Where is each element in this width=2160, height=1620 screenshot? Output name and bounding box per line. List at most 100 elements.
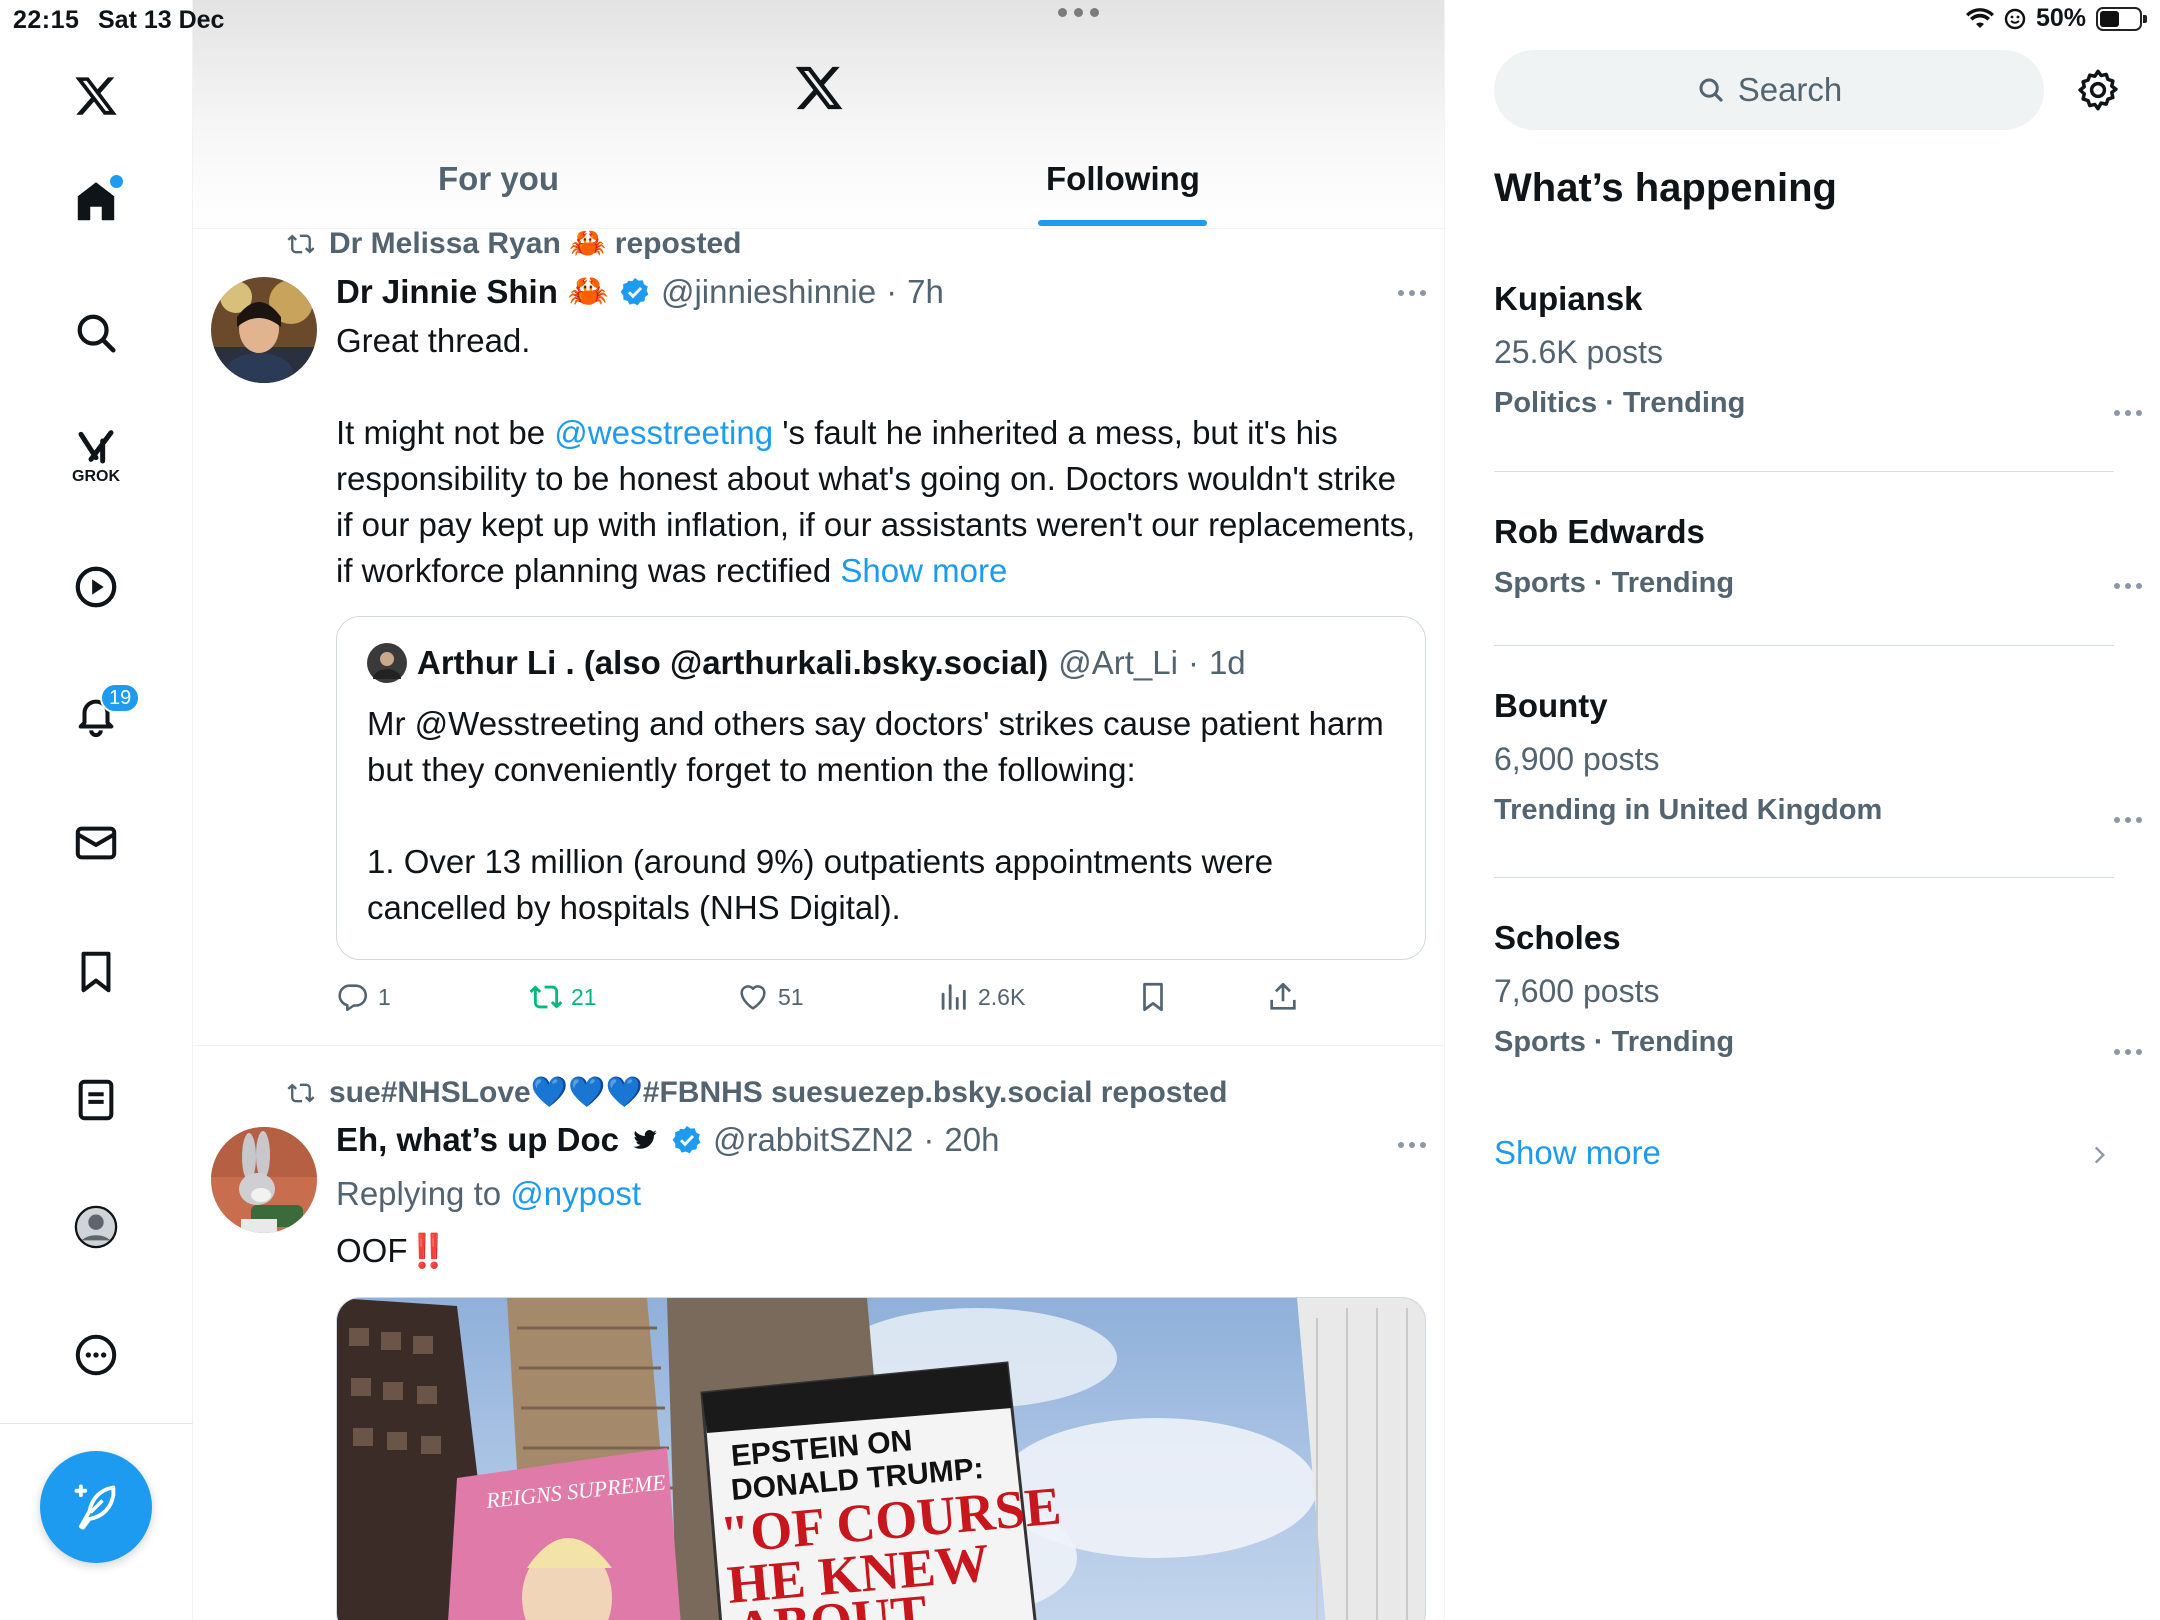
replying-to-link[interactable]: @nypost xyxy=(510,1175,641,1212)
trend-more-icon[interactable] xyxy=(2114,410,2142,416)
trend-more-icon[interactable] xyxy=(2114,817,2142,823)
tweet-text: Great thread. It might not be @wesstreet… xyxy=(336,318,1416,594)
quote-paragraph: Mr @Wesstreeting and others say doctors'… xyxy=(367,705,1384,788)
messages-icon[interactable] xyxy=(60,807,132,879)
like-button[interactable]: 51 xyxy=(736,980,804,1014)
author-line: Eh, what’s up Doc @rabbitSZN2 · 20h xyxy=(336,1121,999,1159)
bookmark-button[interactable] xyxy=(1136,980,1170,1014)
trend-category: Sports · Trending xyxy=(1494,1026,1735,1058)
more-icon[interactable] xyxy=(60,1319,132,1391)
trend-item[interactable]: Bounty 6,900 posts Trending in United Ki… xyxy=(1494,687,2142,827)
show-more-trends-link[interactable]: Show more xyxy=(1494,1134,1661,1172)
trend-more-icon[interactable] xyxy=(2114,1049,2142,1055)
trend-item[interactable]: Kupiansk 25.6K posts Politics · Trending xyxy=(1494,280,2142,420)
notifications-icon[interactable]: 19 xyxy=(60,679,141,751)
repost-by-label: Dr Melissa Ryan 🦀 reposted xyxy=(329,227,742,260)
tweet-time[interactable]: 7h xyxy=(907,273,944,311)
right-sidebar: Search What’s happening Kupiansk 25.6K p… xyxy=(1446,0,2160,1620)
heart-icon xyxy=(740,985,766,1010)
bird-icon xyxy=(633,1130,657,1149)
home-unread-dot xyxy=(110,175,123,188)
double-exclamation-emoji: ‼️ xyxy=(407,1232,449,1269)
author-name[interactable]: Dr Jinnie Shin xyxy=(336,273,558,311)
avatar[interactable] xyxy=(211,1127,317,1233)
repost-button[interactable]: 21 xyxy=(529,980,597,1014)
x-logo-icon[interactable] xyxy=(793,62,845,114)
reply-button[interactable]: 1 xyxy=(336,980,391,1014)
like-count: 51 xyxy=(778,983,804,1010)
tweet-media-image[interactable]: REIGNS SUPREME EPSTEIN ON DONALD TRUMP: … xyxy=(336,1297,1426,1620)
trend-name: Scholes xyxy=(1494,919,1621,956)
repost-indicator: sue#NHSLove💙💙💙#FBNHS suesuezep.bsky.soci… xyxy=(285,1075,1227,1110)
bookmark-icon xyxy=(1143,982,1163,1012)
battery-icon xyxy=(2096,6,2147,31)
tweet-text-paragraph: It might not be @wesstreeting 's fault h… xyxy=(336,410,1416,594)
trend-category: Trending in United Kingdom xyxy=(1494,794,1883,826)
avatar[interactable] xyxy=(211,277,317,383)
multitasking-dots[interactable] xyxy=(1058,8,1099,17)
tab-following[interactable]: Following xyxy=(1046,160,1200,198)
views-count: 2.6K xyxy=(978,983,1026,1010)
search-placeholder: Search xyxy=(1737,71,1843,108)
tweet-text-part: It might not be xyxy=(336,414,555,451)
home-icon[interactable] xyxy=(60,166,132,238)
meta-separator: · xyxy=(886,272,898,310)
whats-happening-title: What’s happening xyxy=(1494,166,1837,210)
trend-name: Rob Edwards xyxy=(1494,513,1705,550)
quoted-tweet[interactable]: Arthur Li . (also @arthurkali.bsky.socia… xyxy=(336,616,1426,960)
status-time: 22:15 xyxy=(13,6,80,34)
tweet-more-icon[interactable] xyxy=(1398,1142,1426,1148)
video-icon[interactable] xyxy=(60,551,132,623)
tweet-text-line: Great thread. xyxy=(336,322,531,359)
author-name[interactable]: Eh, what’s up Doc xyxy=(336,1121,619,1159)
x-logo-icon[interactable] xyxy=(60,60,132,132)
gear-icon[interactable] xyxy=(2076,68,2120,112)
replying-to-line: Replying to @nypost xyxy=(336,1171,641,1217)
timeline: For you Following Dr Melissa Ryan 🦀 repo… xyxy=(193,0,1445,1620)
author-handle[interactable]: @jinnieshinnie xyxy=(661,273,876,311)
bookmarks-icon[interactable] xyxy=(60,936,132,1008)
quote-paragraph: 1. Over 13 million (around 9%) outpatien… xyxy=(367,843,1274,926)
profile-icon[interactable] xyxy=(60,1191,132,1263)
trend-more-icon[interactable] xyxy=(2114,583,2142,589)
trend-count: 25.6K posts xyxy=(1494,334,1663,370)
search-input[interactable]: Search xyxy=(1494,50,2044,130)
chevron-right-icon xyxy=(2094,1146,2106,1164)
tweet-text-part: OOF xyxy=(336,1232,408,1269)
trend-item[interactable]: Rob Edwards Sports · Trending xyxy=(1494,513,2142,600)
tab-for-you[interactable]: For you xyxy=(438,160,559,198)
search-icon[interactable] xyxy=(60,297,132,369)
author-handle[interactable]: @rabbitSZN2 xyxy=(713,1121,913,1159)
compose-feather-icon xyxy=(74,1484,116,1530)
trend-name: Bounty xyxy=(1494,687,1608,724)
trend-item[interactable]: Scholes 7,600 posts Sports · Trending xyxy=(1494,919,2142,1059)
status-indicators: 50% xyxy=(1965,4,2147,33)
mention-link[interactable]: @wesstreeting xyxy=(554,414,773,451)
quote-text: Mr @Wesstreeting and others say doctors'… xyxy=(367,701,1407,931)
verified-badge-icon xyxy=(672,1126,701,1154)
tweet-more-icon[interactable] xyxy=(1398,290,1426,296)
repost-icon xyxy=(529,985,563,1009)
compose-button[interactable] xyxy=(40,1451,152,1563)
show-more-link[interactable]: Show more xyxy=(840,552,1007,589)
grok-icon[interactable]: GROK xyxy=(60,420,132,492)
nav-divider xyxy=(0,1423,193,1424)
quote-author-name[interactable]: Arthur Li . (also @arthurkali.bsky.socia… xyxy=(417,644,1048,682)
share-button[interactable] xyxy=(1266,980,1300,1014)
quote-avatar[interactable] xyxy=(367,643,407,683)
repost-indicator: Dr Melissa Ryan 🦀 reposted xyxy=(285,226,742,261)
grok-label: GROK xyxy=(72,468,120,485)
battery-percent: 50% xyxy=(2035,4,2086,32)
tweet-time[interactable]: 20h xyxy=(944,1121,999,1159)
trend-count: 7,600 posts xyxy=(1494,973,1660,1009)
views-button[interactable]: 2.6K xyxy=(936,980,1025,1014)
trend-count: 6,900 posts xyxy=(1494,741,1660,777)
notifications-badge: 19 xyxy=(100,683,141,713)
lists-icon[interactable] xyxy=(60,1064,132,1136)
quote-handle[interactable]: @Art_Li xyxy=(1058,644,1178,682)
trend-divider xyxy=(1494,877,2114,878)
share-icon xyxy=(1270,982,1296,1010)
tweet-text: OOF‼️ xyxy=(336,1228,449,1274)
repost-count: 21 xyxy=(571,983,597,1010)
verified-badge-icon xyxy=(620,277,649,305)
